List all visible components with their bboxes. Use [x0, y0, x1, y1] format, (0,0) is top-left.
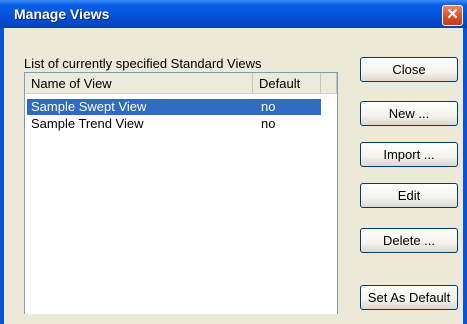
- list-row-sample-trend-view[interactable]: Sample Trend View no: [27, 116, 321, 132]
- window-title: Manage Views: [14, 6, 110, 22]
- column-header-default[interactable]: Default: [253, 73, 321, 94]
- manage-views-dialog: Manage Views ✕ List of currently specifi…: [0, 0, 467, 324]
- new-button[interactable]: New ...: [360, 101, 458, 126]
- edit-button[interactable]: Edit: [360, 183, 458, 208]
- close-button[interactable]: Close: [360, 57, 458, 82]
- set-as-default-button[interactable]: Set As Default: [360, 285, 458, 310]
- list-header: Name of View Default: [25, 73, 337, 95]
- column-header-name-of-view[interactable]: Name of View: [25, 73, 253, 94]
- list-row-sample-swept-view[interactable]: Sample Swept View no: [27, 99, 321, 115]
- row-default: no: [261, 116, 276, 131]
- close-window-icon[interactable]: ✕: [442, 5, 463, 26]
- list-caption: List of currently specified Standard Vie…: [24, 56, 262, 71]
- row-default: no: [261, 99, 276, 114]
- import-button[interactable]: Import ...: [360, 142, 458, 167]
- title-bar[interactable]: Manage Views ✕: [0, 0, 467, 28]
- views-listview[interactable]: Name of View Default Sample Swept View n…: [24, 72, 338, 314]
- delete-button[interactable]: Delete ...: [360, 228, 458, 253]
- row-name: Sample Swept View: [31, 99, 147, 114]
- row-name: Sample Trend View: [31, 116, 144, 131]
- column-header-filler: [321, 73, 337, 94]
